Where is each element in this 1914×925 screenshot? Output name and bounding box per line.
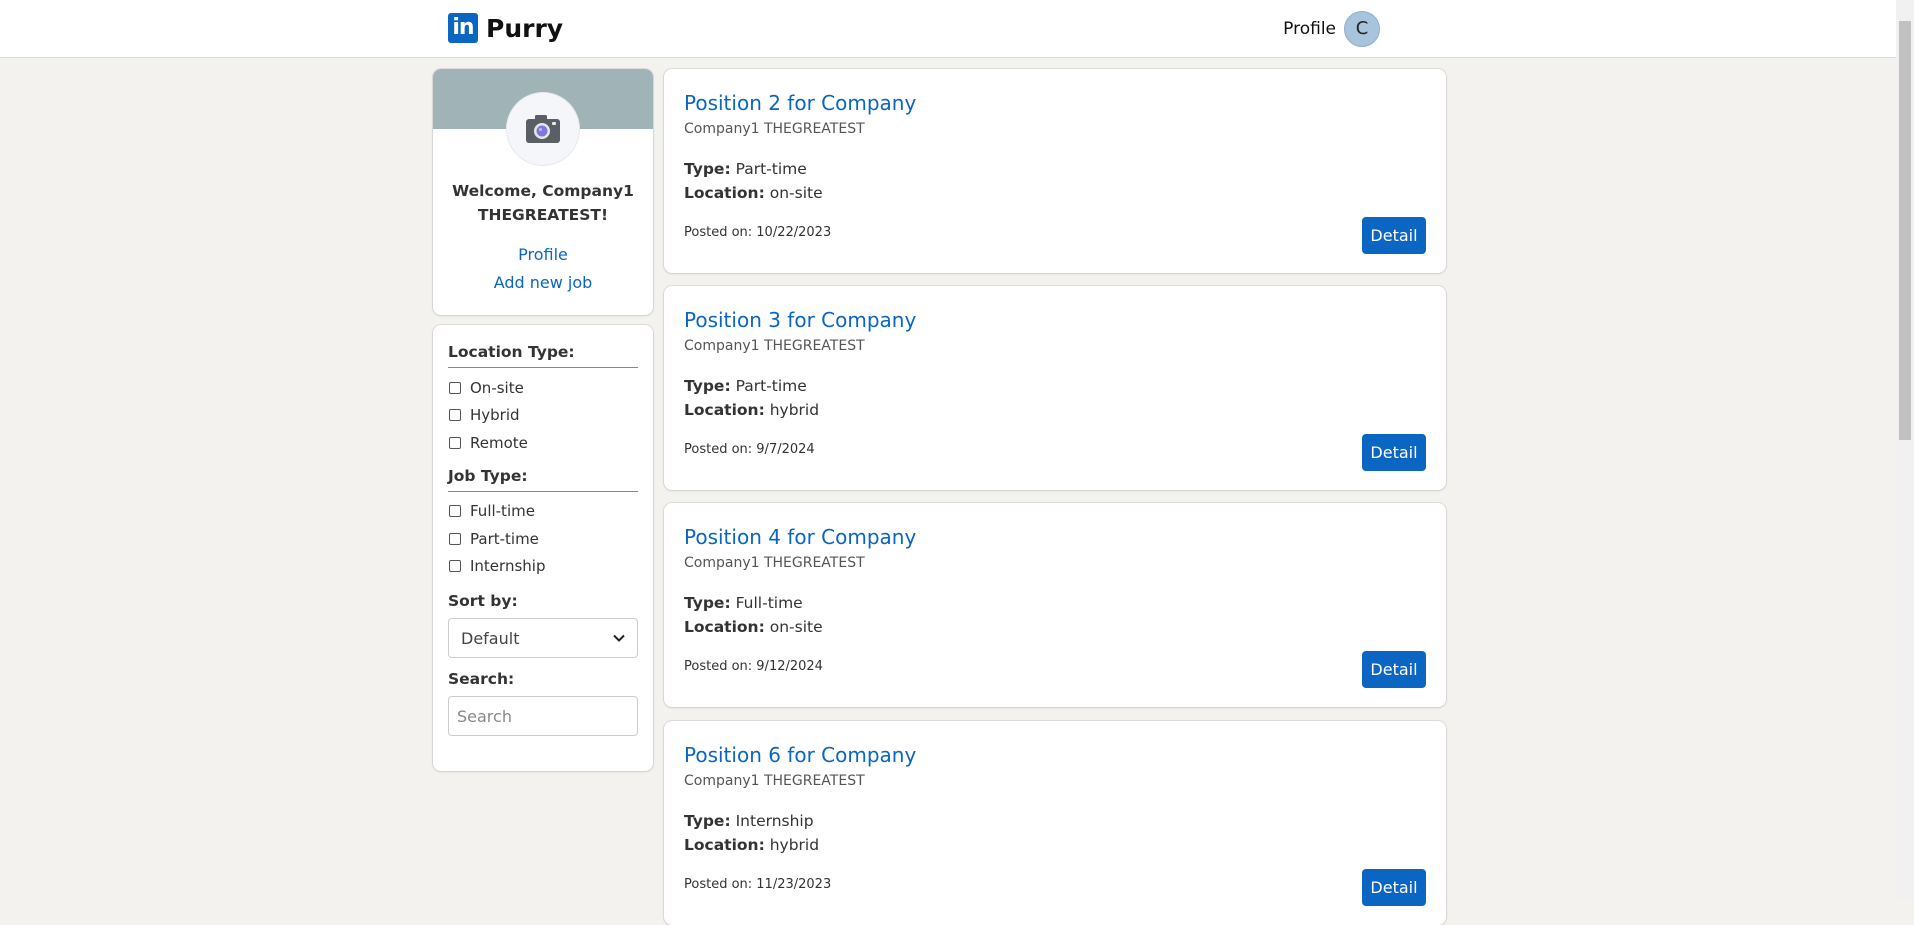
detail-button[interactable]: Detail — [1362, 869, 1426, 906]
hybrid-checkbox[interactable] — [449, 409, 461, 422]
job-title[interactable]: Position 4 for Company — [684, 525, 916, 549]
search-input[interactable] — [448, 696, 638, 736]
search-label: Search: — [448, 670, 515, 688]
job-meta: Type: Part-time Location: on-site — [684, 157, 823, 205]
avatar[interactable]: C — [1344, 11, 1380, 47]
job-company: Company1 THEGREATEST — [684, 555, 865, 571]
job-type: Part-time — [735, 377, 807, 395]
type-label: Type: — [684, 160, 731, 178]
camera-icon-graphic — [526, 115, 560, 143]
remote-checkbox[interactable] — [449, 436, 461, 449]
camera-icon[interactable] — [507, 93, 579, 165]
nav-profile-label[interactable]: Profile — [1283, 19, 1336, 39]
filter-hybrid[interactable]: Hybrid — [448, 402, 638, 430]
job-card: Position 6 for Company Company1 THEGREAT… — [664, 721, 1446, 925]
job-card: Position 4 for Company Company1 THEGREAT… — [664, 503, 1446, 707]
type-label: Type: — [684, 377, 731, 395]
job-type: Full-time — [735, 594, 803, 612]
location-label: Location: — [684, 618, 765, 636]
brand[interactable]: in Purry — [448, 13, 563, 43]
welcome-line-2: THEGREATEST! — [477, 206, 609, 224]
brand-name: Purry — [486, 13, 564, 43]
job-meta: Type: Part-time Location: hybrid — [684, 374, 819, 422]
location-type-title: Location Type: — [448, 343, 638, 368]
job-title[interactable]: Position 2 for Company — [684, 91, 916, 115]
add-new-job-link[interactable]: Add new job — [433, 273, 653, 292]
filter-onsite[interactable]: On-site — [448, 374, 638, 402]
location-label: Location: — [684, 184, 765, 202]
job-title[interactable]: Position 3 for Company — [684, 308, 916, 332]
fulltime-label: Full-time — [470, 502, 535, 521]
filter-parttime[interactable]: Part-time — [448, 525, 638, 553]
filter-remote[interactable]: Remote — [448, 429, 638, 457]
job-meta: Type: Internship Location: hybrid — [684, 809, 819, 857]
nav-profile-menu[interactable]: Profile C — [1283, 11, 1380, 47]
parttime-label: Part-time — [470, 529, 539, 548]
filter-fulltime[interactable]: Full-time — [448, 498, 638, 526]
fulltime-checkbox[interactable] — [449, 505, 461, 518]
location-label: Location: — [684, 836, 765, 854]
profile-card: Welcome, Company1 THEGREATEST! Profile A… — [433, 69, 653, 315]
remote-label: Remote — [470, 433, 528, 452]
onsite-checkbox[interactable] — [449, 381, 461, 394]
job-meta: Type: Full-time Location: on-site — [684, 591, 823, 639]
type-label: Type: — [684, 594, 731, 612]
job-card: Position 3 for Company Company1 THEGREAT… — [664, 286, 1446, 490]
job-card: Position 2 for Company Company1 THEGREAT… — [664, 69, 1446, 273]
welcome-message: Welcome, Company1 THEGREATEST! — [443, 179, 643, 227]
location-label: Location: — [684, 401, 765, 419]
posted-date: Posted on: 11/23/2023 — [684, 877, 832, 892]
filter-card: Location Type: On-site Hybrid Remote Job… — [433, 325, 653, 771]
internship-checkbox[interactable] — [449, 560, 461, 573]
job-title[interactable]: Position 6 for Company — [684, 743, 916, 767]
filter-internship[interactable]: Internship — [448, 553, 638, 581]
job-type-title: Job Type: — [448, 467, 638, 492]
linkedin-logo-icon: in — [448, 13, 478, 43]
detail-button[interactable]: Detail — [1362, 217, 1426, 254]
sort-label: Sort by: — [448, 592, 518, 610]
posted-date: Posted on: 9/12/2024 — [684, 659, 823, 674]
welcome-line-1: Welcome, Company1 — [452, 182, 634, 200]
job-location: hybrid — [769, 836, 820, 854]
top-navbar: in Purry Profile C — [0, 0, 1896, 58]
detail-button[interactable]: Detail — [1362, 651, 1426, 688]
posted-date: Posted on: 9/7/2024 — [684, 442, 815, 457]
type-label: Type: — [684, 812, 731, 830]
job-company: Company1 THEGREATEST — [684, 121, 865, 137]
job-location: on-site — [769, 618, 823, 636]
scrollbar-thumb[interactable] — [1899, 21, 1911, 440]
profile-link[interactable]: Profile — [433, 245, 653, 264]
job-type: Internship — [735, 812, 814, 830]
job-company: Company1 THEGREATEST — [684, 338, 865, 354]
detail-button[interactable]: Detail — [1362, 434, 1426, 471]
chevron-down-icon — [613, 634, 625, 642]
internship-label: Internship — [470, 557, 546, 576]
job-location: on-site — [769, 184, 823, 202]
job-location: hybrid — [769, 401, 820, 419]
parttime-checkbox[interactable] — [449, 532, 461, 545]
posted-date: Posted on: 10/22/2023 — [684, 225, 832, 240]
sort-select[interactable]: Default — [448, 618, 638, 658]
onsite-label: On-site — [470, 378, 524, 397]
page-scrollbar[interactable] — [1896, 0, 1914, 900]
job-company: Company1 THEGREATEST — [684, 773, 865, 789]
sort-value: Default — [461, 628, 520, 648]
hybrid-label: Hybrid — [470, 406, 520, 425]
job-type: Part-time — [735, 160, 807, 178]
